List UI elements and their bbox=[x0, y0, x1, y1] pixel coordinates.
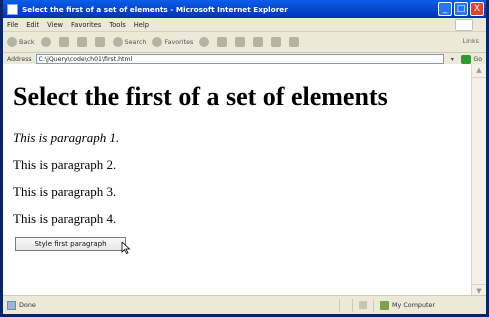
chevron-down-icon[interactable]: ▾ bbox=[447, 56, 457, 63]
windows-logo-icon bbox=[455, 19, 473, 31]
menu-edit[interactable]: Edit bbox=[26, 21, 39, 29]
address-label: Address bbox=[7, 55, 32, 63]
status-zone: My Computer bbox=[373, 298, 486, 312]
print-button[interactable] bbox=[253, 37, 265, 47]
paragraph-3: This is paragraph 3. bbox=[13, 184, 117, 199]
title-bar: Select the first of a set of elements - … bbox=[3, 0, 486, 18]
window-title: Select the first of a set of elements - … bbox=[22, 4, 288, 14]
edit-button[interactable] bbox=[271, 37, 283, 47]
stop-button[interactable] bbox=[58, 37, 71, 47]
status-text: Done bbox=[19, 301, 36, 309]
forward-arrow-icon bbox=[40, 37, 51, 47]
mouse-cursor-icon bbox=[121, 242, 131, 254]
ie-page-icon bbox=[7, 3, 18, 15]
home-button[interactable] bbox=[94, 37, 107, 47]
go-button[interactable]: Go bbox=[461, 54, 482, 64]
back-arrow-icon bbox=[7, 37, 17, 47]
paragraph-4: This is paragraph 4. bbox=[13, 211, 117, 226]
menu-help[interactable]: Help bbox=[134, 21, 149, 29]
links-button[interactable]: Links bbox=[463, 37, 479, 45]
address-input[interactable]: C:\jQuery\code\ch01\first.html bbox=[35, 54, 445, 64]
page-done-icon bbox=[7, 300, 16, 310]
search-button[interactable]: Search bbox=[112, 37, 147, 47]
go-arrow-icon bbox=[461, 54, 472, 64]
home-icon bbox=[94, 37, 105, 47]
go-label: Go bbox=[473, 55, 482, 63]
browser-window: Select the first of a set of elements - … bbox=[0, 0, 489, 317]
zone-text: My Computer bbox=[392, 301, 436, 309]
status-area: Done bbox=[3, 300, 339, 310]
menu-view[interactable]: View bbox=[47, 21, 63, 29]
status-bar: Done My Computer bbox=[3, 295, 486, 314]
style-first-paragraph-button[interactable]: Style first paragraph bbox=[15, 237, 126, 251]
computer-zone-icon bbox=[380, 300, 389, 310]
page-viewport: Select the first of a set of elements Th… bbox=[3, 64, 486, 298]
minimize-button[interactable]: _ bbox=[438, 2, 452, 16]
stop-icon bbox=[58, 37, 69, 47]
maximize-button[interactable]: □ bbox=[454, 2, 468, 16]
favorites-label: Favorites bbox=[164, 38, 194, 46]
search-label: Search bbox=[124, 38, 147, 46]
security-icon bbox=[359, 301, 367, 309]
menu-favorites[interactable]: Favorites bbox=[71, 21, 101, 29]
edit-icon bbox=[271, 37, 282, 47]
refresh-icon bbox=[76, 37, 87, 47]
discuss-icon bbox=[289, 37, 300, 47]
media-button[interactable] bbox=[199, 37, 211, 47]
discuss-button[interactable] bbox=[289, 37, 301, 47]
menu-bar: File Edit View Favorites Tools Help bbox=[3, 18, 486, 32]
address-value: C:\jQuery\code\ch01\first.html bbox=[38, 55, 133, 63]
paragraph-1: This is paragraph 1. bbox=[13, 130, 120, 145]
window-controls: _ □ X bbox=[438, 2, 484, 16]
history-icon bbox=[217, 37, 228, 47]
refresh-button[interactable] bbox=[76, 37, 89, 47]
paragraph-2: This is paragraph 2. bbox=[13, 157, 117, 172]
toolbar: Back Search Favorites Links bbox=[3, 32, 486, 53]
close-button[interactable]: X bbox=[470, 2, 484, 16]
media-icon bbox=[199, 37, 210, 47]
vertical-scrollbar[interactable]: ▲ ▼ bbox=[471, 64, 486, 298]
print-icon bbox=[253, 37, 264, 47]
favorites-button[interactable]: Favorites bbox=[152, 37, 193, 47]
status-cell-security bbox=[352, 298, 373, 312]
star-icon bbox=[152, 37, 163, 47]
history-button[interactable] bbox=[217, 37, 229, 47]
mail-icon bbox=[235, 37, 246, 47]
menu-file[interactable]: File bbox=[7, 21, 18, 29]
menu-tools[interactable]: Tools bbox=[109, 21, 125, 29]
page-document: Select the first of a set of elements Th… bbox=[3, 64, 471, 298]
status-cell-empty bbox=[339, 298, 352, 312]
forward-button[interactable] bbox=[40, 37, 53, 47]
mail-button[interactable] bbox=[235, 37, 247, 47]
page-title: Select the first of a set of elements bbox=[13, 82, 388, 111]
scroll-up-icon[interactable]: ▲ bbox=[472, 64, 486, 78]
back-button[interactable]: Back bbox=[7, 37, 35, 47]
back-label: Back bbox=[19, 38, 35, 46]
search-icon bbox=[112, 37, 123, 47]
